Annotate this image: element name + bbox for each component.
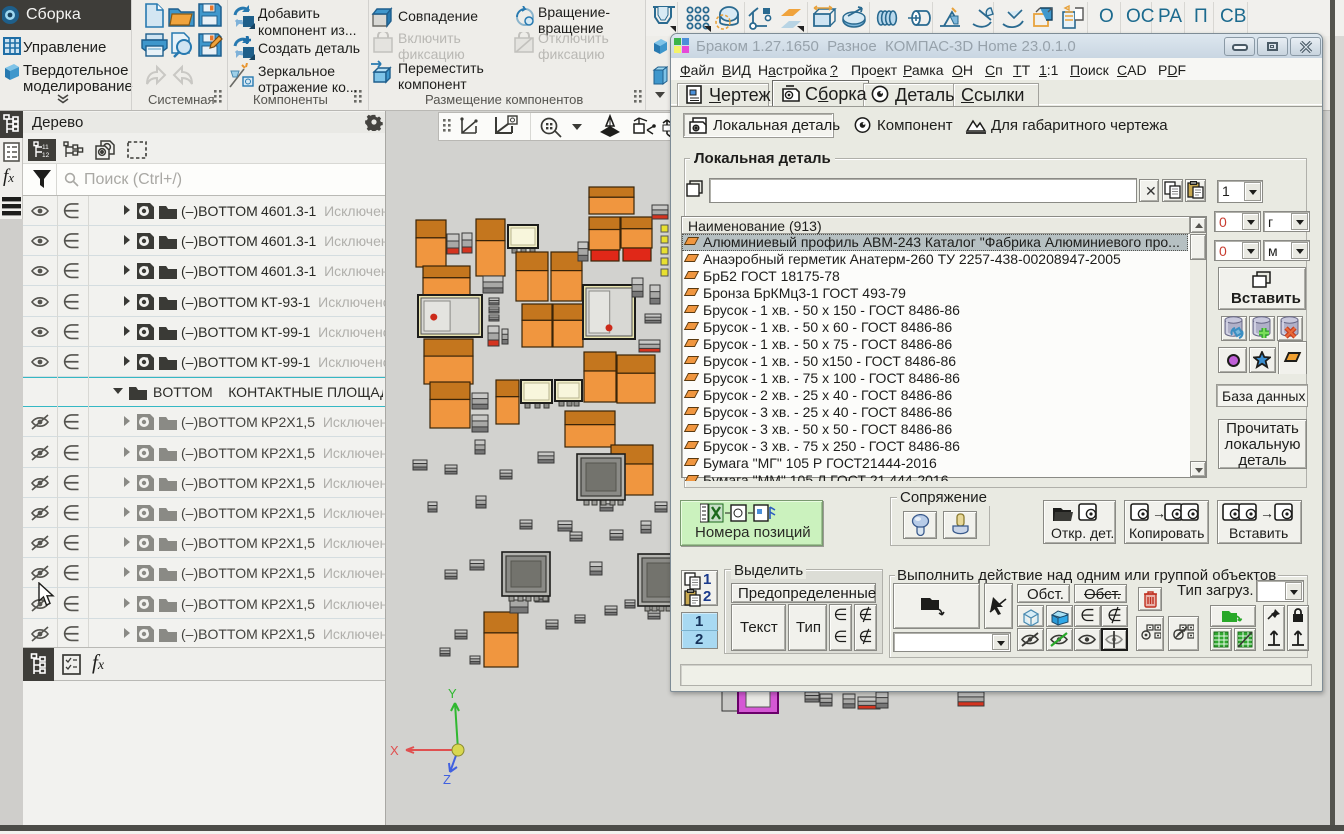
- svg-text:12: 12: [42, 152, 50, 159]
- svg-text:X: X: [390, 743, 399, 758]
- svg-text:Y: Y: [448, 686, 457, 701]
- svg-text:Z: Z: [443, 772, 451, 785]
- svg-text:11: 11: [42, 144, 49, 151]
